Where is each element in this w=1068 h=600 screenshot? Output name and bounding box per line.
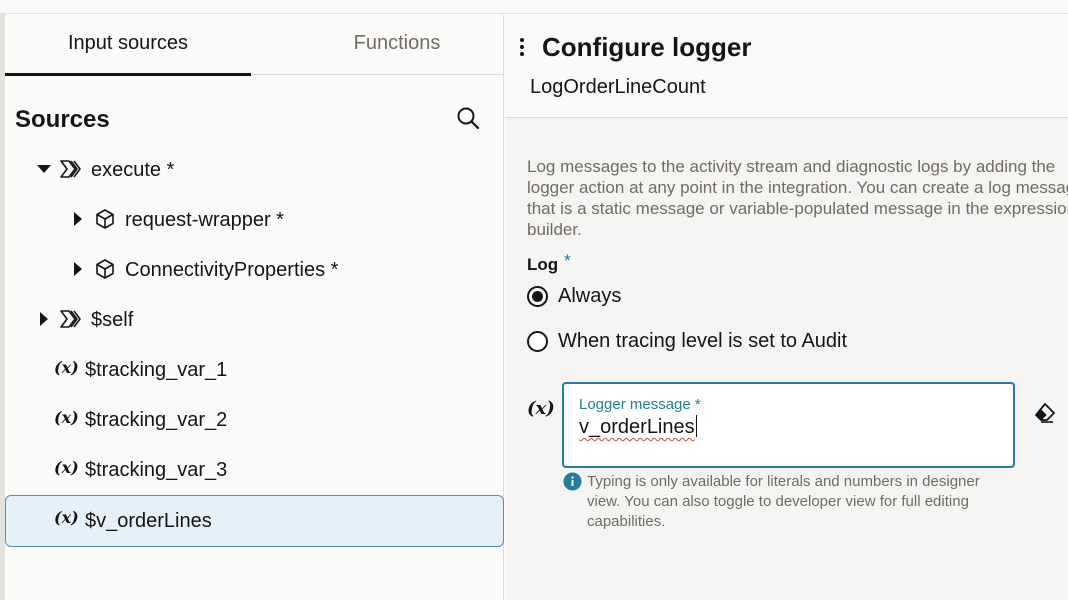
variable-icon: (x): [54, 408, 79, 427]
double-chevron-icon: [60, 160, 81, 178]
clear-button[interactable]: [1033, 401, 1057, 425]
tree-item-label: ConnectivityProperties *: [125, 259, 339, 281]
double-chevron-icon: [60, 310, 81, 328]
cube-icon: [96, 209, 114, 229]
kebab-menu-icon: [520, 38, 524, 42]
cube-icon: [96, 259, 114, 279]
configure-logger-panel: Configure logger LogOrderLineCount Log m…: [505, 15, 1068, 600]
log-label: Log *: [527, 251, 571, 275]
radio-audit-label: When tracing level is set to Audit: [558, 330, 848, 352]
tree-item-v-orderlines[interactable]: (x) $v_orderLines: [5, 495, 504, 547]
kebab-menu-button[interactable]: [515, 35, 529, 63]
expression-icon[interactable]: (x): [527, 398, 555, 419]
tree-item-label: $self: [91, 309, 134, 331]
info-icon: [563, 472, 582, 491]
logger-message-value: v_orderLines: [579, 416, 695, 438]
tab-input-sources[interactable]: Input sources: [5, 15, 251, 76]
tab-bar: Input sources Functions: [5, 15, 504, 76]
radio-always-label: Always: [558, 285, 622, 307]
radio-audit[interactable]: When tracing level is set to Audit: [527, 328, 927, 356]
caret-down-icon[interactable]: [35, 160, 53, 178]
logger-message-label: Logger message *: [579, 396, 701, 413]
search-icon: [457, 107, 480, 130]
tree-item-label: execute *: [91, 159, 175, 181]
sources-panel: Input sources Functions Sources execute …: [5, 15, 504, 600]
tree-item-self[interactable]: $self: [5, 296, 504, 346]
tree-item-tracking-var-1[interactable]: (x) $tracking_var_1: [5, 346, 504, 396]
tree-item-request-wrapper[interactable]: request-wrapper *: [5, 196, 504, 246]
tab-functions[interactable]: Functions: [275, 15, 519, 75]
kebab-dot: [520, 52, 524, 56]
log-label-text: Log: [527, 255, 559, 274]
sources-heading: Sources: [15, 106, 110, 133]
radio-always[interactable]: Always: [527, 283, 727, 311]
text-cursor: [695, 415, 697, 437]
radio-unchecked-icon[interactable]: [527, 331, 548, 352]
variable-icon: (x): [54, 458, 79, 477]
tree-item-label: $v_orderLines: [85, 510, 212, 532]
tree-item-label: $tracking_var_2: [85, 409, 228, 431]
eraser-icon: [1035, 403, 1055, 423]
search-button[interactable]: [454, 104, 484, 134]
panel-subtitle: LogOrderLineCount: [530, 76, 706, 98]
help-text: Typing is only available for literals an…: [587, 473, 980, 530]
tree-item-execute[interactable]: execute *: [5, 146, 504, 196]
tree-item-label: $tracking_var_3: [85, 459, 228, 481]
caret-right-icon[interactable]: [69, 210, 87, 228]
panel-title: Configure logger: [542, 32, 752, 62]
required-indicator: *: [564, 251, 571, 270]
caret-right-icon[interactable]: [69, 260, 87, 278]
logger-message-input[interactable]: v_orderLines: [579, 415, 697, 439]
variable-icon: (x): [54, 358, 79, 377]
tree-item-label: $tracking_var_1: [85, 359, 228, 381]
description-text: Log messages to the activity stream and …: [527, 157, 1068, 239]
variable-icon: (x): [54, 508, 79, 527]
tree-item-tracking-var-2[interactable]: (x) $tracking_var_2: [5, 396, 504, 446]
kebab-dot: [520, 45, 524, 49]
top-bar: [0, 0, 1068, 14]
tree-item-label: request-wrapper *: [125, 209, 284, 231]
radio-checked-icon[interactable]: [527, 286, 548, 307]
logger-message-field[interactable]: Logger message * v_orderLines: [562, 382, 1015, 468]
tree-item-connectivity-properties[interactable]: ConnectivityProperties *: [5, 246, 504, 296]
caret-right-icon[interactable]: [35, 310, 53, 328]
tree-item-tracking-var-3[interactable]: (x) $tracking_var_3: [5, 446, 504, 496]
panel-header: Configure logger LogOrderLineCount: [505, 15, 1068, 118]
